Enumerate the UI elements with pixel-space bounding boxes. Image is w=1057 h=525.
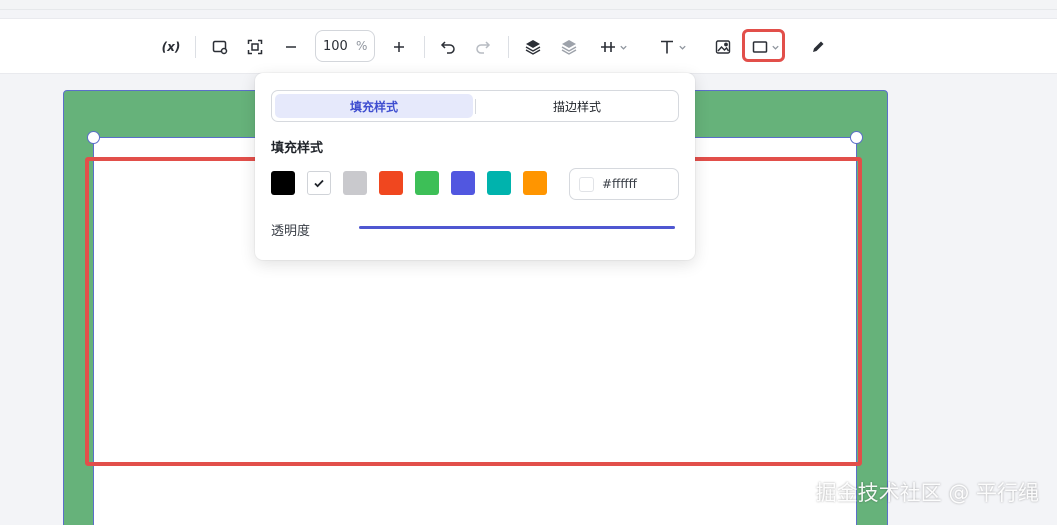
fit-screen-icon <box>247 39 263 55</box>
tab-fill-style[interactable]: 填充样式 <box>275 94 473 118</box>
zoom-out-icon <box>286 46 296 48</box>
toolbar-divider <box>508 36 509 58</box>
pen-button[interactable] <box>807 34 829 60</box>
hex-color-input[interactable]: #ffffff <box>569 168 679 200</box>
resize-handle-top-right[interactable] <box>850 131 863 144</box>
check-icon <box>314 179 324 188</box>
variable-button[interactable]: (x) <box>160 34 182 60</box>
bring-forward-button[interactable] <box>522 34 544 60</box>
redo-button[interactable] <box>472 34 494 60</box>
resize-handle-top-left[interactable] <box>87 131 100 144</box>
chevron-down-icon <box>620 45 627 50</box>
fit-screen-button[interactable] <box>244 34 266 60</box>
color-swatch-teal[interactable] <box>487 171 511 195</box>
zoom-in-icon <box>394 42 404 52</box>
hex-value: #ffffff <box>602 177 637 191</box>
style-tabs: 填充样式 描边样式 <box>271 90 679 122</box>
redo-icon <box>476 41 491 54</box>
opacity-slider-fill <box>359 226 675 229</box>
zoom-value: 100 <box>323 38 348 54</box>
zoom-unit: % <box>356 39 368 53</box>
variable-icon: (x) <box>161 40 181 54</box>
section-title: 填充样式 <box>271 141 324 156</box>
toolbar-divider <box>195 36 196 58</box>
tab-divider <box>475 99 476 114</box>
zoom-in-button[interactable] <box>388 34 410 60</box>
opacity-slider[interactable] <box>359 226 675 229</box>
watermark: 掘金技术社区 @ 平行绳 <box>815 481 1039 505</box>
highlight-box-rectangle-tool <box>742 29 785 62</box>
color-swatch-white[interactable] <box>307 171 331 195</box>
zoom-out-button[interactable] <box>280 34 302 60</box>
align-icon <box>601 42 615 52</box>
color-swatch-orange[interactable] <box>523 171 547 195</box>
tab-stroke-style[interactable]: 描边样式 <box>478 94 676 118</box>
align-dropdown[interactable] <box>594 34 634 60</box>
image-button[interactable] <box>712 34 734 60</box>
toolbar: (x) 100 % <box>0 18 1057 74</box>
top-strip <box>0 0 1057 10</box>
bring-forward-icon <box>525 40 541 55</box>
zoom-input[interactable]: 100 % <box>315 30 375 62</box>
image-icon <box>715 40 731 54</box>
color-swatch-gray[interactable] <box>343 171 367 195</box>
pen-icon <box>813 41 824 52</box>
send-backward-icon <box>561 40 577 55</box>
chevron-down-icon <box>679 45 686 50</box>
send-backward-button[interactable] <box>558 34 580 60</box>
undo-button[interactable] <box>437 34 459 60</box>
frame-button[interactable] <box>209 34 231 60</box>
color-preview <box>579 176 594 192</box>
toolbar-divider <box>424 36 425 58</box>
undo-icon <box>440 41 455 54</box>
opacity-label: 透明度 <box>271 224 311 239</box>
frame-icon <box>212 40 228 55</box>
color-swatch-green[interactable] <box>415 171 439 195</box>
color-swatch-red[interactable] <box>379 171 403 195</box>
color-swatch-indigo[interactable] <box>451 171 475 195</box>
text-dropdown[interactable] <box>654 34 692 60</box>
style-popup: 填充样式 描边样式 填充样式 #ffffff 透明度 <box>255 73 695 260</box>
text-icon <box>661 40 673 54</box>
color-swatch-black[interactable] <box>271 171 295 195</box>
